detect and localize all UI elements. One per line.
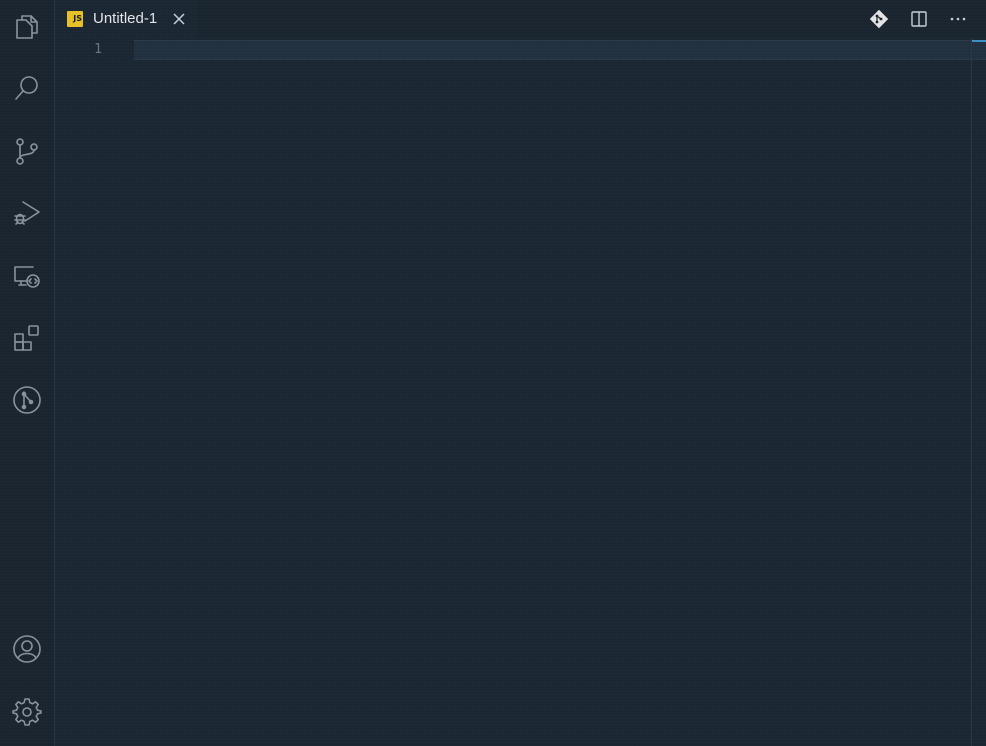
split-editor-icon (911, 11, 927, 27)
extensions-icon (14, 325, 39, 351)
activity-run-debug-button[interactable] (0, 188, 54, 238)
remote-explorer-icon (14, 266, 40, 288)
activity-git-graph-button[interactable] (0, 375, 54, 425)
close-icon (173, 13, 185, 25)
activity-explorer-button[interactable] (0, 1, 54, 51)
code-editor[interactable]: 1 (55, 38, 986, 746)
activity-remote-explorer-button[interactable] (0, 251, 54, 301)
git-icon (869, 9, 889, 29)
line-number: 1 (94, 42, 102, 57)
search-icon (15, 76, 38, 100)
more-icon (950, 17, 966, 21)
activity-extensions-button[interactable] (0, 313, 54, 363)
tab-title: Untitled-1 (93, 10, 158, 27)
split-editor-button[interactable] (907, 8, 931, 30)
overview-ruler (971, 38, 972, 746)
source-control-icon (16, 138, 38, 165)
activity-manage-button[interactable] (0, 687, 54, 737)
vscode-window: JS Untitled-1 1 (0, 0, 986, 746)
tab-untitled-1[interactable]: JS Untitled-1 (55, 0, 197, 38)
activity-bar (0, 0, 55, 746)
current-line-highlight[interactable] (134, 40, 986, 60)
git-graph-icon (13, 386, 41, 414)
git-action-button[interactable] (867, 8, 891, 30)
run-debug-icon (14, 201, 40, 225)
javascript-file-icon: JS (67, 11, 83, 27)
tab-close-button[interactable] (171, 11, 187, 27)
editor-tab-bar: JS Untitled-1 (55, 0, 986, 38)
more-actions-button[interactable] (946, 8, 970, 30)
files-icon (16, 15, 38, 39)
activity-accounts-button[interactable] (0, 624, 54, 674)
account-icon (13, 635, 41, 663)
activity-search-button[interactable] (0, 63, 54, 113)
gear-icon (12, 698, 42, 726)
scrollbar-cursor-indicator[interactable] (972, 40, 986, 42)
activity-source-control-button[interactable] (0, 126, 54, 176)
